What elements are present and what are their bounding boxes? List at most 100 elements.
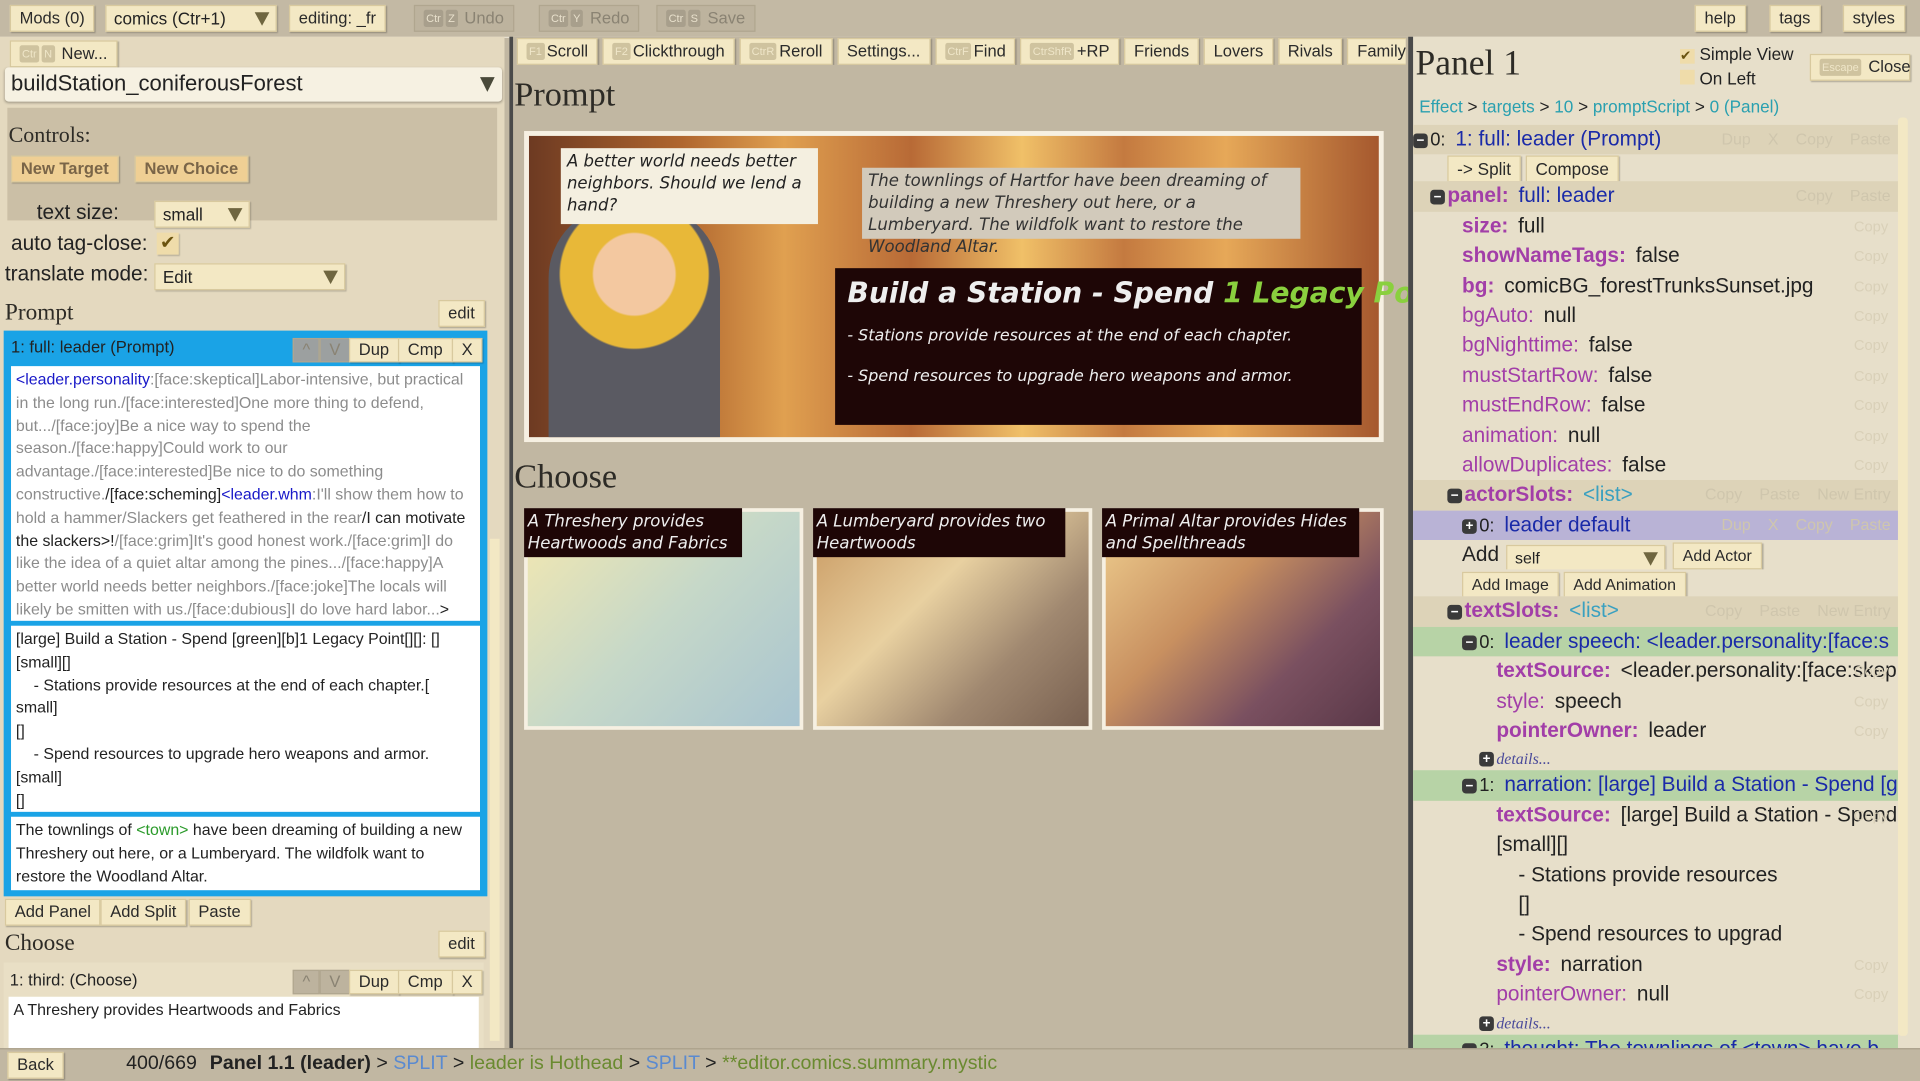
property-value[interactable]: null: [1568, 423, 1600, 446]
ghost-paste-button[interactable]: Paste: [1850, 515, 1891, 533]
tree-row-hdr[interactable]: − textSlots: <list> Copy Paste New Entry: [1413, 596, 1898, 627]
undo-button[interactable]: Ctr Z Undo: [413, 4, 514, 32]
ghost-copy-button[interactable]: Copy: [1854, 391, 1888, 420]
help-button[interactable]: help: [1694, 4, 1746, 32]
details-toggle[interactable]: details...: [1496, 1013, 1550, 1031]
new-choice-button[interactable]: New Choice: [134, 155, 248, 183]
thought-text-input[interactable]: The townlings of <town> have been dreami…: [11, 816, 481, 891]
split-link[interactable]: SPLIT: [646, 1053, 700, 1074]
ghost-dup-button[interactable]: Dup: [1721, 515, 1750, 533]
tree-row-green[interactable]: −1: narration: [large] Build a Station - …: [1413, 770, 1898, 801]
toolbar-button-settings[interactable]: Settings...: [837, 37, 931, 65]
compose-button[interactable]: Compose: [1525, 155, 1619, 182]
property-value[interactable]: false: [1601, 393, 1645, 416]
ghost-copy-button[interactable]: Copy: [1796, 130, 1833, 148]
property-value[interactable]: full: [1518, 214, 1545, 237]
ghost-copy-button[interactable]: Copy: [1854, 687, 1888, 716]
property-value[interactable]: false: [1636, 244, 1680, 267]
breadcrumb-link[interactable]: 10: [1554, 97, 1573, 117]
ghost-paste-button[interactable]: Paste: [1850, 130, 1891, 148]
add-panel-button[interactable]: Add Panel: [4, 898, 101, 926]
toolbar-button-lovers[interactable]: Lovers: [1203, 37, 1274, 65]
add-animation-button[interactable]: Add Animation: [1563, 572, 1686, 597]
mods-button[interactable]: Mods (0): [9, 4, 95, 32]
property-value[interactable]: narration: [1561, 952, 1643, 975]
ghost-copy-button[interactable]: Copy: [1854, 271, 1888, 300]
ghost-copy-button[interactable]: Copy: [1854, 361, 1888, 390]
add-split-button[interactable]: Add Split: [100, 898, 187, 926]
ghost-copy-button[interactable]: Copy: [1796, 515, 1833, 533]
actor-type-select[interactable]: self: [1506, 544, 1666, 570]
translate-mode-select[interactable]: Edit: [154, 263, 346, 291]
choose-edit-button[interactable]: edit: [438, 930, 485, 958]
choice-card-threshery[interactable]: A Threshery provides Heartwoods and Fabr…: [524, 508, 804, 730]
details-toggle[interactable]: details...: [1496, 750, 1550, 768]
text-size-select[interactable]: small: [154, 200, 250, 228]
property-value[interactable]: false: [1622, 453, 1666, 476]
ghost-copy-button[interactable]: Copy: [1854, 421, 1888, 450]
breadcrumb-link[interactable]: targets: [1482, 97, 1534, 117]
ghost-copy-button[interactable]: Copy: [1854, 331, 1888, 360]
property-value[interactable]: false: [1608, 363, 1652, 386]
new-target-button[interactable]: New Target: [11, 155, 119, 183]
save-button[interactable]: Ctr S Save: [656, 4, 755, 32]
new-button[interactable]: Ctr N New...: [9, 40, 118, 68]
mode-select[interactable]: comics (Ctr+1): [105, 4, 277, 32]
delete-panel-button[interactable]: X: [451, 337, 483, 363]
property-value[interactable]: leader: [1648, 719, 1706, 742]
compare-button[interactable]: Cmp: [397, 969, 453, 995]
collapse-icon[interactable]: −: [1462, 779, 1477, 794]
back-button[interactable]: Back: [7, 1051, 64, 1079]
prompt-edit-button[interactable]: edit: [438, 300, 485, 327]
move-down-button[interactable]: V: [319, 969, 351, 995]
compare-button[interactable]: Cmp: [397, 337, 453, 363]
expand-icon[interactable]: +: [1479, 1015, 1494, 1031]
property-value[interactable]: null: [1637, 982, 1669, 1005]
delete-panel-button[interactable]: X: [451, 969, 483, 995]
ghost-copy-button[interactable]: Copy: [1796, 187, 1833, 205]
ghost-x-button[interactable]: X: [1768, 515, 1779, 533]
ghost-paste-button[interactable]: Paste: [1759, 485, 1800, 503]
speech-text-input[interactable]: <leader.personality:[face:skeptical]Labo…: [11, 366, 481, 621]
ghost-copy-button[interactable]: Copy: [1705, 602, 1742, 620]
toolbar-button-family[interactable]: Family: [1347, 37, 1406, 65]
ghost-new-entry-button[interactable]: New Entry: [1817, 602, 1890, 620]
ghost-x-button[interactable]: X: [1768, 130, 1779, 148]
ghost-copy-button[interactable]: Copy: [1854, 451, 1888, 480]
redo-button[interactable]: Ctr Y Redo: [538, 4, 640, 32]
collapse-icon[interactable]: −: [1430, 190, 1445, 205]
tree-row-purple[interactable]: +0: leader default Dup X Copy Paste: [1413, 510, 1898, 541]
ghost-copy-button[interactable]: Copy: [1854, 241, 1888, 270]
ghost-copy-button[interactable]: Copy: [1854, 950, 1888, 979]
simple-view-toggle[interactable]: ✔ Simple View: [1680, 44, 1793, 64]
choice-card-primal-altar[interactable]: A Primal Altar provides Hides and Spellt…: [1102, 508, 1384, 730]
ghost-copy-button[interactable]: Copy: [1705, 485, 1742, 503]
split-link[interactable]: SPLIT: [393, 1053, 447, 1074]
expand-icon[interactable]: +: [1462, 518, 1477, 534]
tree-row-hdr[interactable]: − panel: full: leader Copy Paste: [1413, 181, 1898, 212]
expand-icon[interactable]: +: [1479, 752, 1494, 768]
duplicate-button[interactable]: Dup: [348, 337, 399, 363]
leader-trait-link[interactable]: leader is Hothead: [470, 1053, 624, 1074]
property-value[interactable]: comicBG_forestTrunksSunset.jpg: [1504, 274, 1813, 297]
toolbar-button-rivals[interactable]: Rivals: [1277, 37, 1343, 65]
toolbar-button-find[interactable]: CtrF Find: [935, 37, 1016, 65]
tree-row-hdr[interactable]: −0: 1: full: leader (Prompt) Dup X Copy Paste: [1413, 124, 1898, 155]
ghost-paste-button[interactable]: Paste: [1759, 602, 1800, 620]
add-image-button[interactable]: Add Image: [1462, 572, 1559, 597]
simple-view-checkbox[interactable]: ✔: [1680, 48, 1695, 64]
on-left-toggle[interactable]: On Left: [1680, 69, 1756, 88]
on-left-checkbox[interactable]: [1680, 69, 1695, 85]
ghost-copy-button[interactable]: Copy: [1854, 301, 1888, 330]
tags-button[interactable]: tags: [1769, 4, 1821, 32]
collapse-icon[interactable]: −: [1447, 488, 1463, 504]
ghost-dup-button[interactable]: Dup: [1721, 130, 1750, 148]
choice-card-lumberyard[interactable]: A Lumberyard provides two Heartwoods: [813, 508, 1093, 730]
styles-button[interactable]: styles: [1842, 4, 1905, 32]
breadcrumb-link[interactable]: 0 (Panel): [1710, 97, 1780, 117]
file-select[interactable]: buildStation_coniferousForest: [4, 67, 503, 102]
move-down-button[interactable]: V: [319, 337, 351, 363]
breadcrumb-link[interactable]: Effect: [1419, 97, 1463, 117]
ghost-paste-button[interactable]: Paste: [1850, 187, 1891, 205]
collapse-icon[interactable]: −: [1462, 635, 1477, 651]
